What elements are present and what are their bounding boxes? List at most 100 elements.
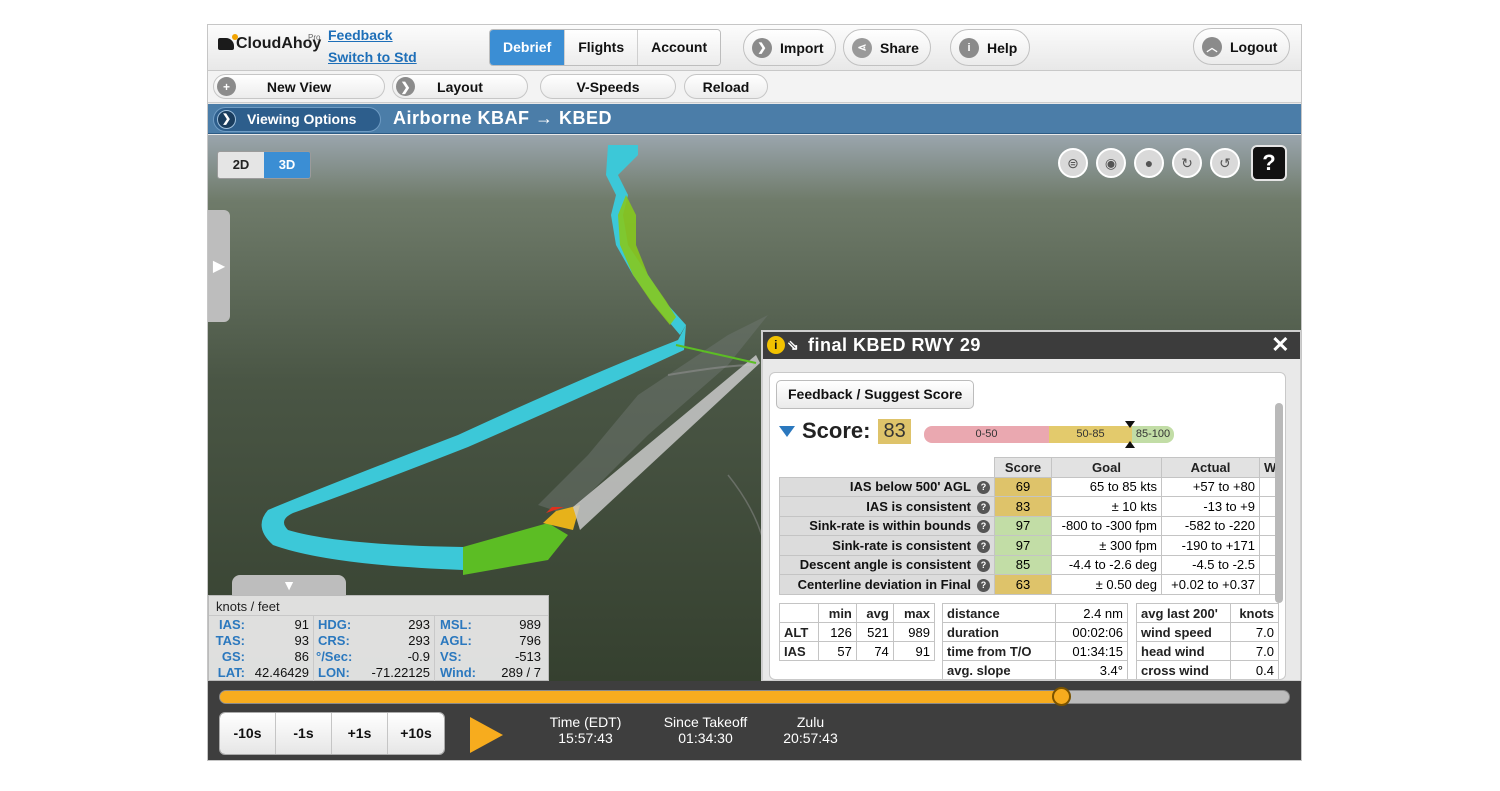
score-scale-bar: 0-50 50-85 85-100 [924, 426, 1174, 443]
score-band-high: 85-100 [1132, 426, 1174, 443]
chevron-right-icon: ❯ [217, 110, 236, 129]
readout-key: AGL: [440, 633, 472, 648]
readout-value: 293 [408, 633, 430, 648]
step-back-1s-button[interactable]: -1s [276, 713, 332, 754]
import-button[interactable]: ❯ Import [743, 29, 836, 66]
main-tabs: Debrief Flights Account [489, 29, 722, 66]
rotate-right-icon[interactable]: ↻ [1172, 148, 1202, 178]
readout-key: °/Sec: [316, 649, 353, 664]
stats-min: 126 [818, 622, 857, 642]
readout-column-speed: IAS: 91 TAS: 93 GS: 86 LAT: 42.46429 [209, 616, 314, 681]
segment-key: avg. slope [942, 660, 1056, 679]
segment-key: time from T/O [942, 641, 1056, 661]
logout-button[interactable]: ︿ Logout [1193, 28, 1290, 65]
switch-to-std-link[interactable]: Switch to Std [328, 49, 417, 65]
segment-value: 01:34:15 [1054, 641, 1129, 661]
table-row: distance 2.4 nm [942, 603, 1129, 623]
readout-value: 989 [519, 617, 541, 632]
score-label: Score: [802, 418, 871, 443]
question-icon[interactable]: ? [977, 578, 990, 592]
criterion-name: IAS is consistent [866, 498, 971, 514]
layout-label: Layout [437, 78, 483, 95]
stats-header: max [892, 603, 936, 623]
cloudahoy-logo[interactable]: CloudAhoy Pro [218, 33, 321, 53]
table-row: ALT 126 521 989 [778, 622, 936, 642]
score-panel-body: Feedback / Suggest Score Score: 83 0-50 … [769, 372, 1286, 680]
step-back-10s-button[interactable]: -10s [220, 713, 276, 754]
view-header: ❯ Viewing Options Airborne KBAF → KBED [208, 104, 1301, 134]
bottom-panel-toggle[interactable]: ▼ [232, 575, 346, 595]
import-label: Import [780, 39, 824, 56]
criterion-goal: -4.4 to -2.6 deg [1051, 554, 1162, 575]
tab-account[interactable]: Account [638, 30, 721, 65]
segment-value: 00:02:06 [1054, 622, 1129, 642]
panel-scrollbar[interactable] [1275, 403, 1283, 603]
share-label: Share [880, 39, 919, 56]
question-icon[interactable]: ? [977, 559, 990, 573]
rotate-left-icon[interactable]: ↺ [1210, 148, 1240, 178]
criterion-goal: -800 to -300 fpm [1051, 515, 1162, 536]
readout-value: 91 [294, 617, 309, 632]
table-row: Sink-rate is consistent? 97 ± 300 fpm -1… [779, 535, 1282, 556]
side-panel-toggle[interactable]: ▶ [208, 210, 230, 322]
readout-value: 289 / 7 [501, 665, 541, 680]
question-icon[interactable]: ? [977, 481, 990, 495]
view-help-button[interactable]: ? [1251, 145, 1287, 181]
feedback-suggest-score-button[interactable]: Feedback / Suggest Score [776, 380, 975, 409]
tab-debrief[interactable]: Debrief [490, 30, 566, 65]
reload-button[interactable]: Reload [684, 74, 768, 99]
question-icon[interactable]: ? [977, 520, 990, 534]
timeline-handle[interactable] [1051, 687, 1071, 706]
new-view-button[interactable]: + New View [213, 74, 385, 99]
eye-icon[interactable]: ◉ [1096, 148, 1126, 178]
stats-min: 57 [818, 641, 857, 661]
criterion-name: Sink-rate is consistent [832, 537, 971, 553]
collapse-arrow-icon[interactable]: ⇘ [787, 332, 799, 358]
step-forward-10s-button[interactable]: +10s [388, 713, 444, 754]
close-icon[interactable]: ✕ [1271, 332, 1290, 358]
table-row: wind speed 7.0 [1135, 622, 1279, 642]
score-panel: i ⇘ final KBED RWY 29 ✕ Feedback / Sugge… [761, 330, 1301, 681]
step-forward-1s-button[interactable]: +1s [332, 713, 388, 754]
camera-pilot-icon[interactable]: ⊜ [1058, 148, 1088, 178]
help-button[interactable]: i Help [950, 29, 1030, 66]
feedback-link[interactable]: Feedback [328, 27, 393, 43]
criterion-name: Descent angle is consistent [799, 557, 971, 573]
logo-pro-badge: Pro [308, 33, 321, 42]
wind-value: 0.4 [1230, 660, 1279, 679]
mode-3d-button[interactable]: 3D [264, 152, 310, 178]
triangle-down-icon: ▼ [282, 577, 296, 593]
step-buttons: -10s -1s +1s +10s [219, 712, 445, 755]
layout-button[interactable]: ❯ Layout [392, 74, 528, 99]
since-takeoff-value: 01:34:30 [678, 730, 733, 746]
question-icon[interactable]: ? [977, 539, 990, 553]
readout-value: 86 [294, 649, 309, 664]
wind-value: 7.0 [1230, 641, 1279, 661]
criterion-score: 63 [994, 574, 1052, 595]
3d-flight-view[interactable]: 2D 3D ⊜ ◉ ● ↻ ↺ ? ▶ ▼ knots / feet IAS: 9… [208, 135, 1301, 681]
center-dot-icon[interactable]: ● [1134, 148, 1164, 178]
expand-triangle-icon[interactable] [779, 425, 795, 437]
table-row: Sink-rate is within bounds? 97 -800 to -… [779, 515, 1282, 536]
app-window: CloudAhoy Pro Feedback Switch to Std Deb… [207, 24, 1302, 761]
mode-2d-button[interactable]: 2D [218, 152, 264, 178]
timeline-slider[interactable] [219, 690, 1290, 704]
wind-key: head wind [1135, 641, 1232, 661]
info-icon[interactable]: i [767, 336, 785, 354]
chevron-up-icon: ︿ [1202, 36, 1222, 57]
vspeeds-button[interactable]: V-Speeds [540, 74, 676, 99]
stats-header [778, 603, 820, 623]
local-time-value: 15:57:43 [558, 730, 613, 746]
play-icon[interactable] [470, 717, 503, 753]
share-icon: ⋖ [852, 37, 872, 58]
question-icon[interactable]: ? [977, 500, 990, 514]
readout-key: TAS: [215, 633, 245, 648]
segment-key: duration [942, 622, 1056, 642]
share-button[interactable]: ⋖ Share [843, 29, 931, 66]
viewing-options-button[interactable]: ❯ Viewing Options [213, 107, 381, 132]
readout-key: LAT: [217, 665, 245, 680]
stats-max: 91 [892, 641, 936, 661]
logout-label: Logout [1230, 38, 1278, 55]
tab-flights[interactable]: Flights [565, 30, 639, 65]
table-row: head wind 7.0 [1135, 641, 1279, 661]
